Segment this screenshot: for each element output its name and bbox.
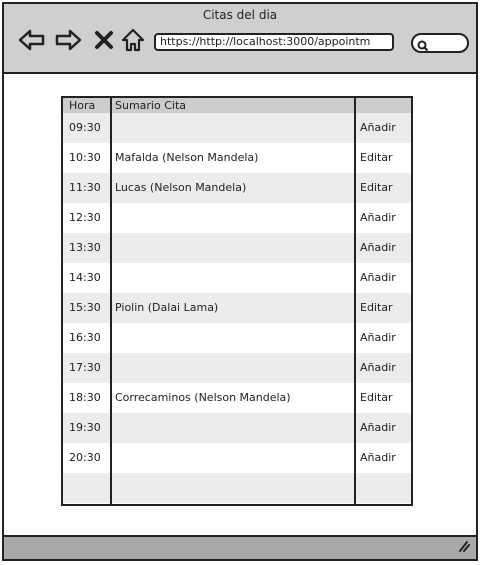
row-action-link[interactable]: Añadir [360,443,396,473]
table-header: Hora Sumario Cita [63,98,411,113]
row-action-link[interactable]: Añadir [360,263,396,293]
table-row: 14:30 Añadir [63,263,411,293]
row-time: 15:30 [69,301,101,314]
row-action-link[interactable]: Añadir [360,233,396,263]
table-row: 09:30 Añadir [63,113,411,143]
table-row: 17:30 Añadir [63,353,411,383]
table-row: 20:30 Añadir [63,443,411,473]
row-summary: Correcaminos (Nelson Mandela) [115,391,291,404]
arrow-right-icon[interactable] [54,26,82,54]
row-time: 10:30 [69,151,101,164]
table-row: 19:30 Añadir [63,413,411,443]
search-icon [417,37,429,56]
url-input[interactable]: https://http://localhost:3000/appointm [154,33,394,51]
table-row: 11:30 Lucas (Nelson Mandela) Editar [63,173,411,203]
resize-grip-icon[interactable] [456,537,470,556]
home-icon[interactable] [119,26,147,54]
row-time: 09:30 [69,121,101,134]
row-action-link[interactable]: Añadir [360,353,396,383]
row-summary: Lucas (Nelson Mandela) [115,181,247,194]
table-row: 10:30 Mafalda (Nelson Mandela) Editar [63,143,411,173]
row-action-link[interactable]: Editar [360,143,393,173]
table-row: 12:30 Añadir [63,203,411,233]
table-row: 16:30 Añadir [63,323,411,353]
table-row: 18:30 Correcaminos (Nelson Mandela) Edit… [63,383,411,413]
table-row [63,473,411,503]
browser-window: Citas del dia https://http://localhost:3… [2,2,478,561]
row-action-link[interactable]: Añadir [360,413,396,443]
search-input[interactable] [411,33,469,53]
row-time: 14:30 [69,271,101,284]
row-time: 13:30 [69,241,101,254]
row-action-link[interactable]: Editar [360,173,393,203]
row-summary: Mafalda (Nelson Mandela) [115,151,259,164]
table-row: 15:30 Piolin (Dalai Lama) Editar [63,293,411,323]
row-action-link[interactable]: Añadir [360,203,396,233]
page-content: Hora Sumario Cita 09:30 Añadir 10:30 Maf… [4,74,476,538]
row-action-link[interactable]: Añadir [360,323,396,353]
row-time: 11:30 [69,181,101,194]
browser-toolbar: Citas del dia https://http://localhost:3… [4,4,476,74]
column-divider [110,98,112,504]
row-time: 20:30 [69,451,101,464]
row-action-link[interactable]: Editar [360,383,393,413]
status-bar [4,535,476,559]
window-title: Citas del dia [202,8,278,22]
column-divider [354,98,356,504]
close-icon[interactable] [90,26,118,54]
row-time: 17:30 [69,361,101,374]
row-time: 16:30 [69,331,101,344]
column-header-hora: Hora [69,99,96,112]
row-time: 18:30 [69,391,101,404]
appointments-table: Hora Sumario Cita 09:30 Añadir 10:30 Maf… [61,96,413,506]
row-action-link[interactable]: Editar [360,293,393,323]
table-row: 13:30 Añadir [63,233,411,263]
row-summary: Piolin (Dalai Lama) [115,301,219,314]
arrow-left-icon[interactable] [18,26,46,54]
row-time: 12:30 [69,211,101,224]
row-time: 19:30 [69,421,101,434]
row-action-link[interactable]: Añadir [360,113,396,143]
column-header-sumario: Sumario Cita [115,99,187,112]
